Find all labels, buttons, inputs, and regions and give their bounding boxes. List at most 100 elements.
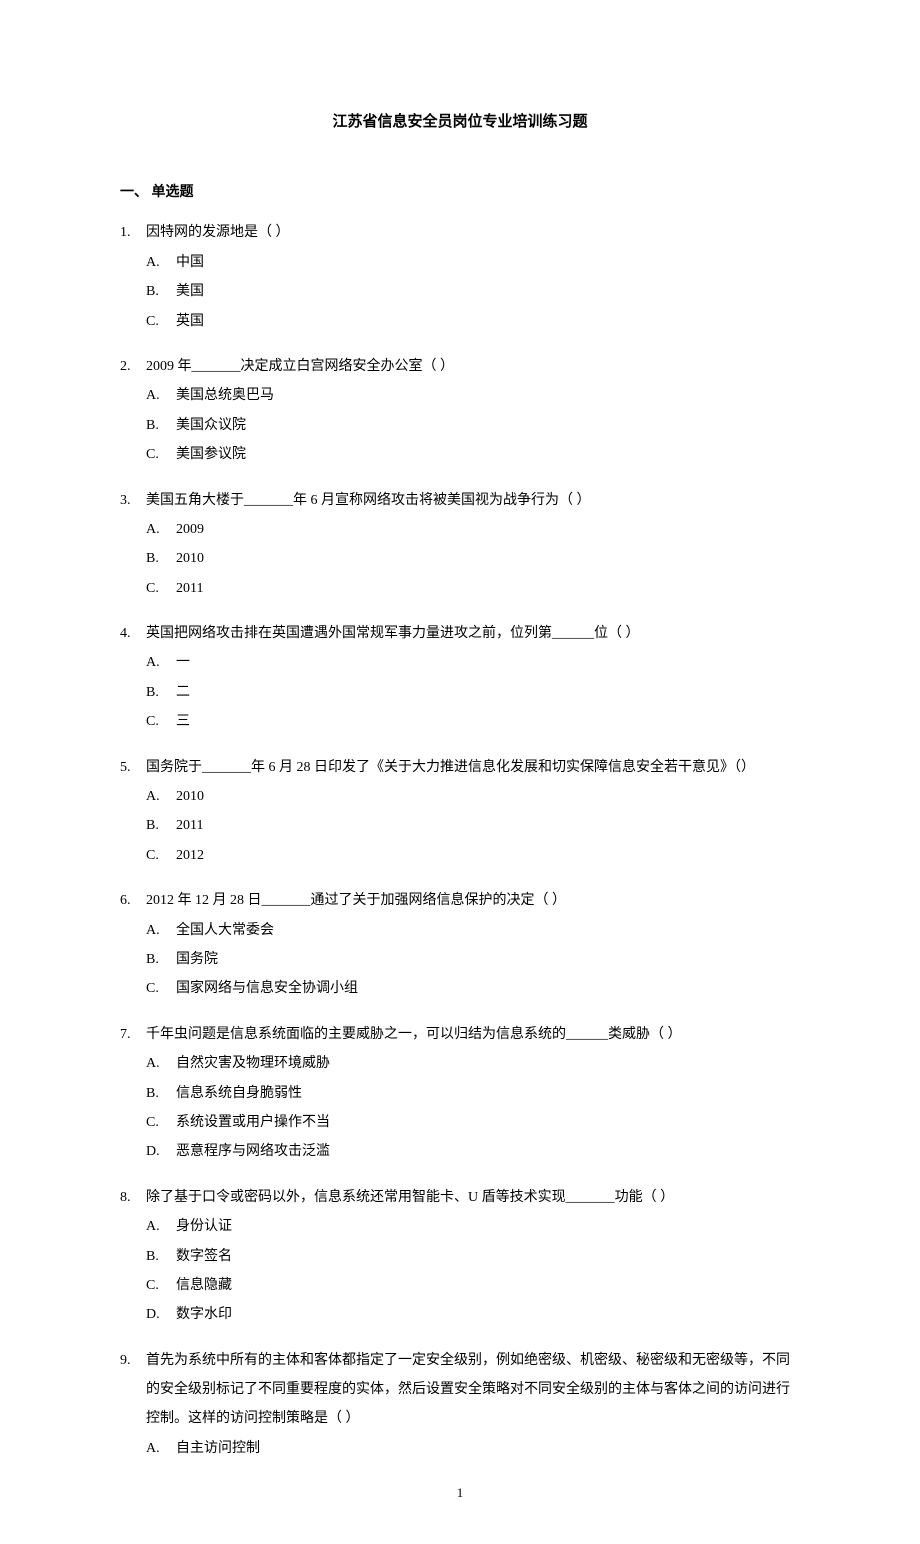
- options: A.全国人大常委会B.国务院C.国家网络与信息安全协调小组: [120, 916, 800, 1004]
- question-text: 除了基于口令或密码以外，信息系统还常用智能卡、U 盾等技术实现_______功能…: [146, 1183, 800, 1212]
- option-label: C.: [146, 574, 176, 603]
- option: C.英国: [146, 307, 800, 336]
- option: B.二: [146, 678, 800, 707]
- question-number: 6.: [120, 886, 146, 915]
- option: B.国务院: [146, 945, 800, 974]
- question: 1.因特网的发源地是（ ）A.中国B.美国C.英国: [120, 218, 800, 336]
- option-text: 数字签名: [176, 1242, 800, 1271]
- question: 7.千年虫问题是信息系统面临的主要威胁之一，可以归结为信息系统的______类威…: [120, 1020, 800, 1167]
- option: A.中国: [146, 248, 800, 277]
- question-number: 8.: [120, 1183, 146, 1212]
- option-text: 三: [176, 707, 800, 736]
- option-label: B.: [146, 411, 176, 440]
- option-label: B.: [146, 544, 176, 573]
- question-text: 千年虫问题是信息系统面临的主要威胁之一，可以归结为信息系统的______类威胁（…: [146, 1020, 800, 1049]
- option-text: 一: [176, 648, 800, 677]
- option-text: 二: [176, 678, 800, 707]
- question: 5.国务院于_______年 6 月 28 日印发了《关于大力推进信息化发展和切…: [120, 753, 800, 871]
- option: B.美国众议院: [146, 411, 800, 440]
- option-label: A.: [146, 648, 176, 677]
- option-text: 2011: [176, 574, 800, 603]
- option-label: A.: [146, 916, 176, 945]
- option-text: 恶意程序与网络攻击泛滥: [176, 1137, 800, 1166]
- question-text: 国务院于_______年 6 月 28 日印发了《关于大力推进信息化发展和切实保…: [146, 753, 800, 782]
- question-line: 2.2009 年_______决定成立白宫网络安全办公室（ ）: [120, 352, 800, 381]
- options: A.一B.二C.三: [120, 648, 800, 736]
- question-line: 3.美国五角大楼于_______年 6 月宣称网络攻击将被美国视为战争行为（ ）: [120, 486, 800, 515]
- option-text: 国务院: [176, 945, 800, 974]
- question-text: 因特网的发源地是（ ）: [146, 218, 800, 247]
- option-text: 身份认证: [176, 1212, 800, 1241]
- option: A.身份认证: [146, 1212, 800, 1241]
- question: 3.美国五角大楼于_______年 6 月宣称网络攻击将被美国视为战争行为（ ）…: [120, 486, 800, 604]
- option-text: 自然灾害及物理环境威胁: [176, 1049, 800, 1078]
- question-text: 英国把网络攻击排在英国遭遇外国常规军事力量进攻之前，位列第______位（ ）: [146, 619, 800, 648]
- option-label: D.: [146, 1137, 176, 1166]
- question-line: 8.除了基于口令或密码以外，信息系统还常用智能卡、U 盾等技术实现_______…: [120, 1183, 800, 1212]
- questions-container: 1.因特网的发源地是（ ）A.中国B.美国C.英国 2.2009 年_______…: [120, 218, 800, 1463]
- question-number: 7.: [120, 1020, 146, 1049]
- option-text: 中国: [176, 248, 800, 277]
- question-number: 9.: [120, 1346, 146, 1434]
- option-label: B.: [146, 678, 176, 707]
- section-heading: 一、 单选题: [120, 182, 800, 204]
- page-title: 江苏省信息安全员岗位专业培训练习题: [120, 110, 800, 134]
- option-label: B.: [146, 277, 176, 306]
- option: B.2011: [146, 811, 800, 840]
- options: A.身份认证B.数字签名C.信息隐藏D.数字水印: [120, 1212, 800, 1330]
- option-label: C.: [146, 307, 176, 336]
- option: D.数字水印: [146, 1300, 800, 1329]
- option-label: A.: [146, 782, 176, 811]
- option: B.信息系统自身脆弱性: [146, 1079, 800, 1108]
- option-label: C.: [146, 841, 176, 870]
- options: A.中国B.美国C.英国: [120, 248, 800, 336]
- option: A.全国人大常委会: [146, 916, 800, 945]
- option: C.2011: [146, 574, 800, 603]
- question: 6.2012 年 12 月 28 日_______通过了关于加强网络信息保护的决…: [120, 886, 800, 1004]
- options: A.自主访问控制: [120, 1434, 800, 1463]
- question-line: 9.首先为系统中所有的主体和客体都指定了一定安全级别，例如绝密级、机密级、秘密级…: [120, 1346, 800, 1434]
- option-text: 2009: [176, 515, 800, 544]
- page-number: 1: [120, 1483, 800, 1504]
- option-text: 美国参议院: [176, 440, 800, 469]
- option-text: 全国人大常委会: [176, 916, 800, 945]
- option-label: B.: [146, 945, 176, 974]
- option-text: 2010: [176, 544, 800, 573]
- question-text: 2009 年_______决定成立白宫网络安全办公室（ ）: [146, 352, 800, 381]
- question: 9.首先为系统中所有的主体和客体都指定了一定安全级别，例如绝密级、机密级、秘密级…: [120, 1346, 800, 1464]
- option-label: A.: [146, 248, 176, 277]
- question-number: 4.: [120, 619, 146, 648]
- option-label: C.: [146, 1271, 176, 1300]
- option-text: 2010: [176, 782, 800, 811]
- option-label: A.: [146, 1049, 176, 1078]
- option-text: 信息隐藏: [176, 1271, 800, 1300]
- question: 8.除了基于口令或密码以外，信息系统还常用智能卡、U 盾等技术实现_______…: [120, 1183, 800, 1330]
- options: A.自然灾害及物理环境威胁B.信息系统自身脆弱性C.系统设置或用户操作不当D.恶…: [120, 1049, 800, 1167]
- option-text: 2012: [176, 841, 800, 870]
- option: B.数字签名: [146, 1242, 800, 1271]
- question-line: 6.2012 年 12 月 28 日_______通过了关于加强网络信息保护的决…: [120, 886, 800, 915]
- question-number: 3.: [120, 486, 146, 515]
- question-text: 首先为系统中所有的主体和客体都指定了一定安全级别，例如绝密级、机密级、秘密级和无…: [146, 1346, 800, 1434]
- option-label: C.: [146, 1108, 176, 1137]
- option: C.三: [146, 707, 800, 736]
- option-text: 数字水印: [176, 1300, 800, 1329]
- option-label: A.: [146, 381, 176, 410]
- option-text: 美国众议院: [176, 411, 800, 440]
- option: A.2009: [146, 515, 800, 544]
- option-label: C.: [146, 974, 176, 1003]
- option-text: 美国总统奥巴马: [176, 381, 800, 410]
- option: C.系统设置或用户操作不当: [146, 1108, 800, 1137]
- question-line: 7.千年虫问题是信息系统面临的主要威胁之一，可以归结为信息系统的______类威…: [120, 1020, 800, 1049]
- question: 4.英国把网络攻击排在英国遭遇外国常规军事力量进攻之前，位列第______位（ …: [120, 619, 800, 737]
- option-label: B.: [146, 1242, 176, 1271]
- option: A.2010: [146, 782, 800, 811]
- option-text: 2011: [176, 811, 800, 840]
- option: B.2010: [146, 544, 800, 573]
- option: A.一: [146, 648, 800, 677]
- option-label: B.: [146, 1079, 176, 1108]
- options: A.美国总统奥巴马B.美国众议院C.美国参议院: [120, 381, 800, 469]
- option-text: 美国: [176, 277, 800, 306]
- option: A.自然灾害及物理环境威胁: [146, 1049, 800, 1078]
- option: A.美国总统奥巴马: [146, 381, 800, 410]
